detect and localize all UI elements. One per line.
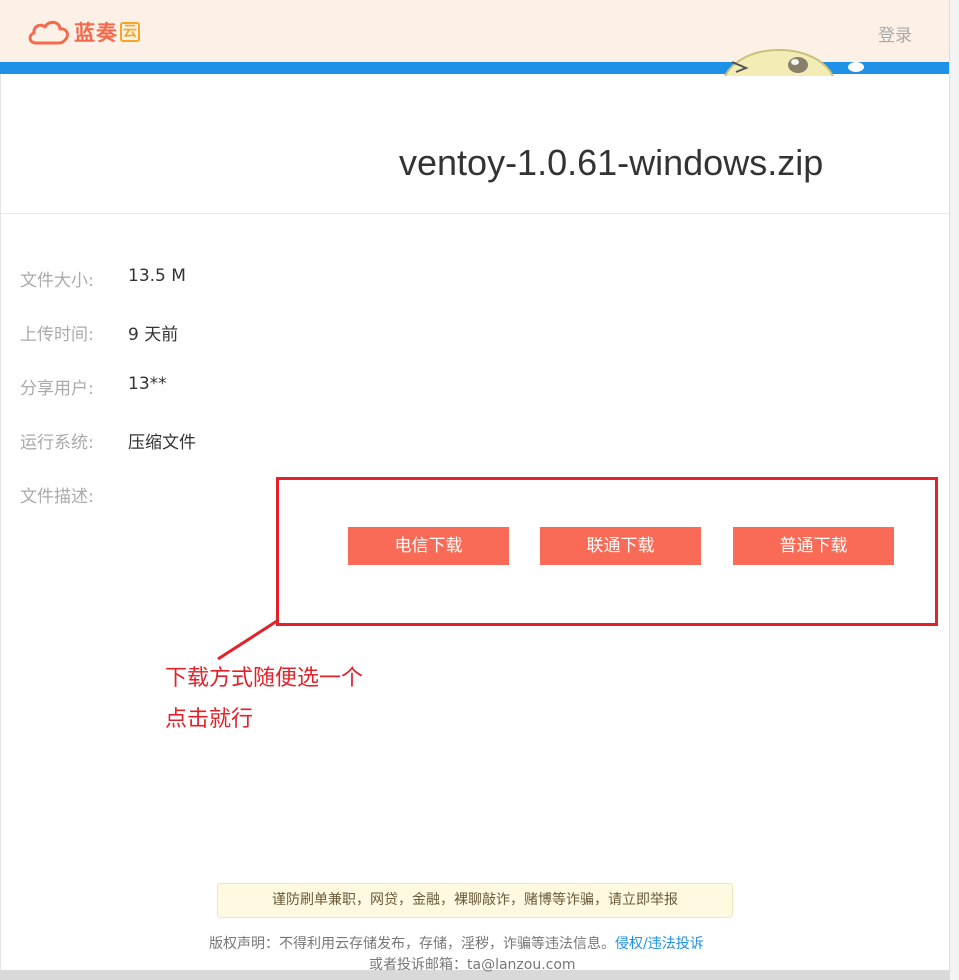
download-telecom-button[interactable]: 电信下载	[348, 527, 509, 565]
info-label-size: 文件大小:	[20, 271, 94, 291]
info-label-system: 运行系统:	[20, 433, 94, 453]
fraud-warning-notice: 谨防刷单兼职，网贷，金融，裸聊敲诈，赌博等诈骗，请立即举报	[217, 883, 733, 918]
logo-text: 蓝奏	[74, 21, 118, 45]
file-title: ventoy-1.0.61-windows.zip	[399, 142, 824, 183]
info-value-system: 压缩文件	[128, 433, 196, 453]
info-label-upload-time: 上传时间:	[20, 325, 94, 345]
logo-badge: 云	[120, 22, 140, 42]
annotation-pointer-line	[217, 619, 278, 661]
annotation-text-line1: 下载方式随便选一个	[165, 666, 364, 691]
info-label-description: 文件描述:	[20, 487, 94, 507]
info-value-size: 13.5 M	[128, 266, 186, 286]
info-label-user: 分享用户:	[20, 379, 94, 399]
copyright-statement: 版权声明：不得利用云存储发布，存储，淫秽，诈骗等违法信息。	[209, 936, 615, 952]
cloud-icon	[28, 20, 69, 45]
info-value-user: 13**	[128, 374, 167, 394]
copyright-text: 版权声明：不得利用云存储发布，存储，淫秽，诈骗等违法信息。侵权/违法投诉	[209, 933, 704, 953]
cloud-dot-icon	[848, 62, 864, 72]
report-link[interactable]: 侵权/违法投诉	[615, 936, 704, 952]
download-unicom-button[interactable]: 联通下载	[540, 527, 701, 565]
info-value-upload-time: 9 天前	[128, 325, 179, 345]
mascot-illustration	[722, 48, 836, 76]
title-divider	[1, 213, 949, 214]
login-link[interactable]: 登录	[878, 21, 912, 46]
logo[interactable]: 蓝奏 云	[26, 14, 140, 50]
vertical-scrollbar[interactable]	[949, 0, 959, 980]
page-border-left	[0, 74, 1, 980]
annotation-text-line2: 点击就行	[165, 707, 254, 732]
contact-email: 或者投诉邮箱：ta@lanzou.com	[369, 957, 576, 973]
download-normal-button[interactable]: 普通下载	[733, 527, 894, 565]
